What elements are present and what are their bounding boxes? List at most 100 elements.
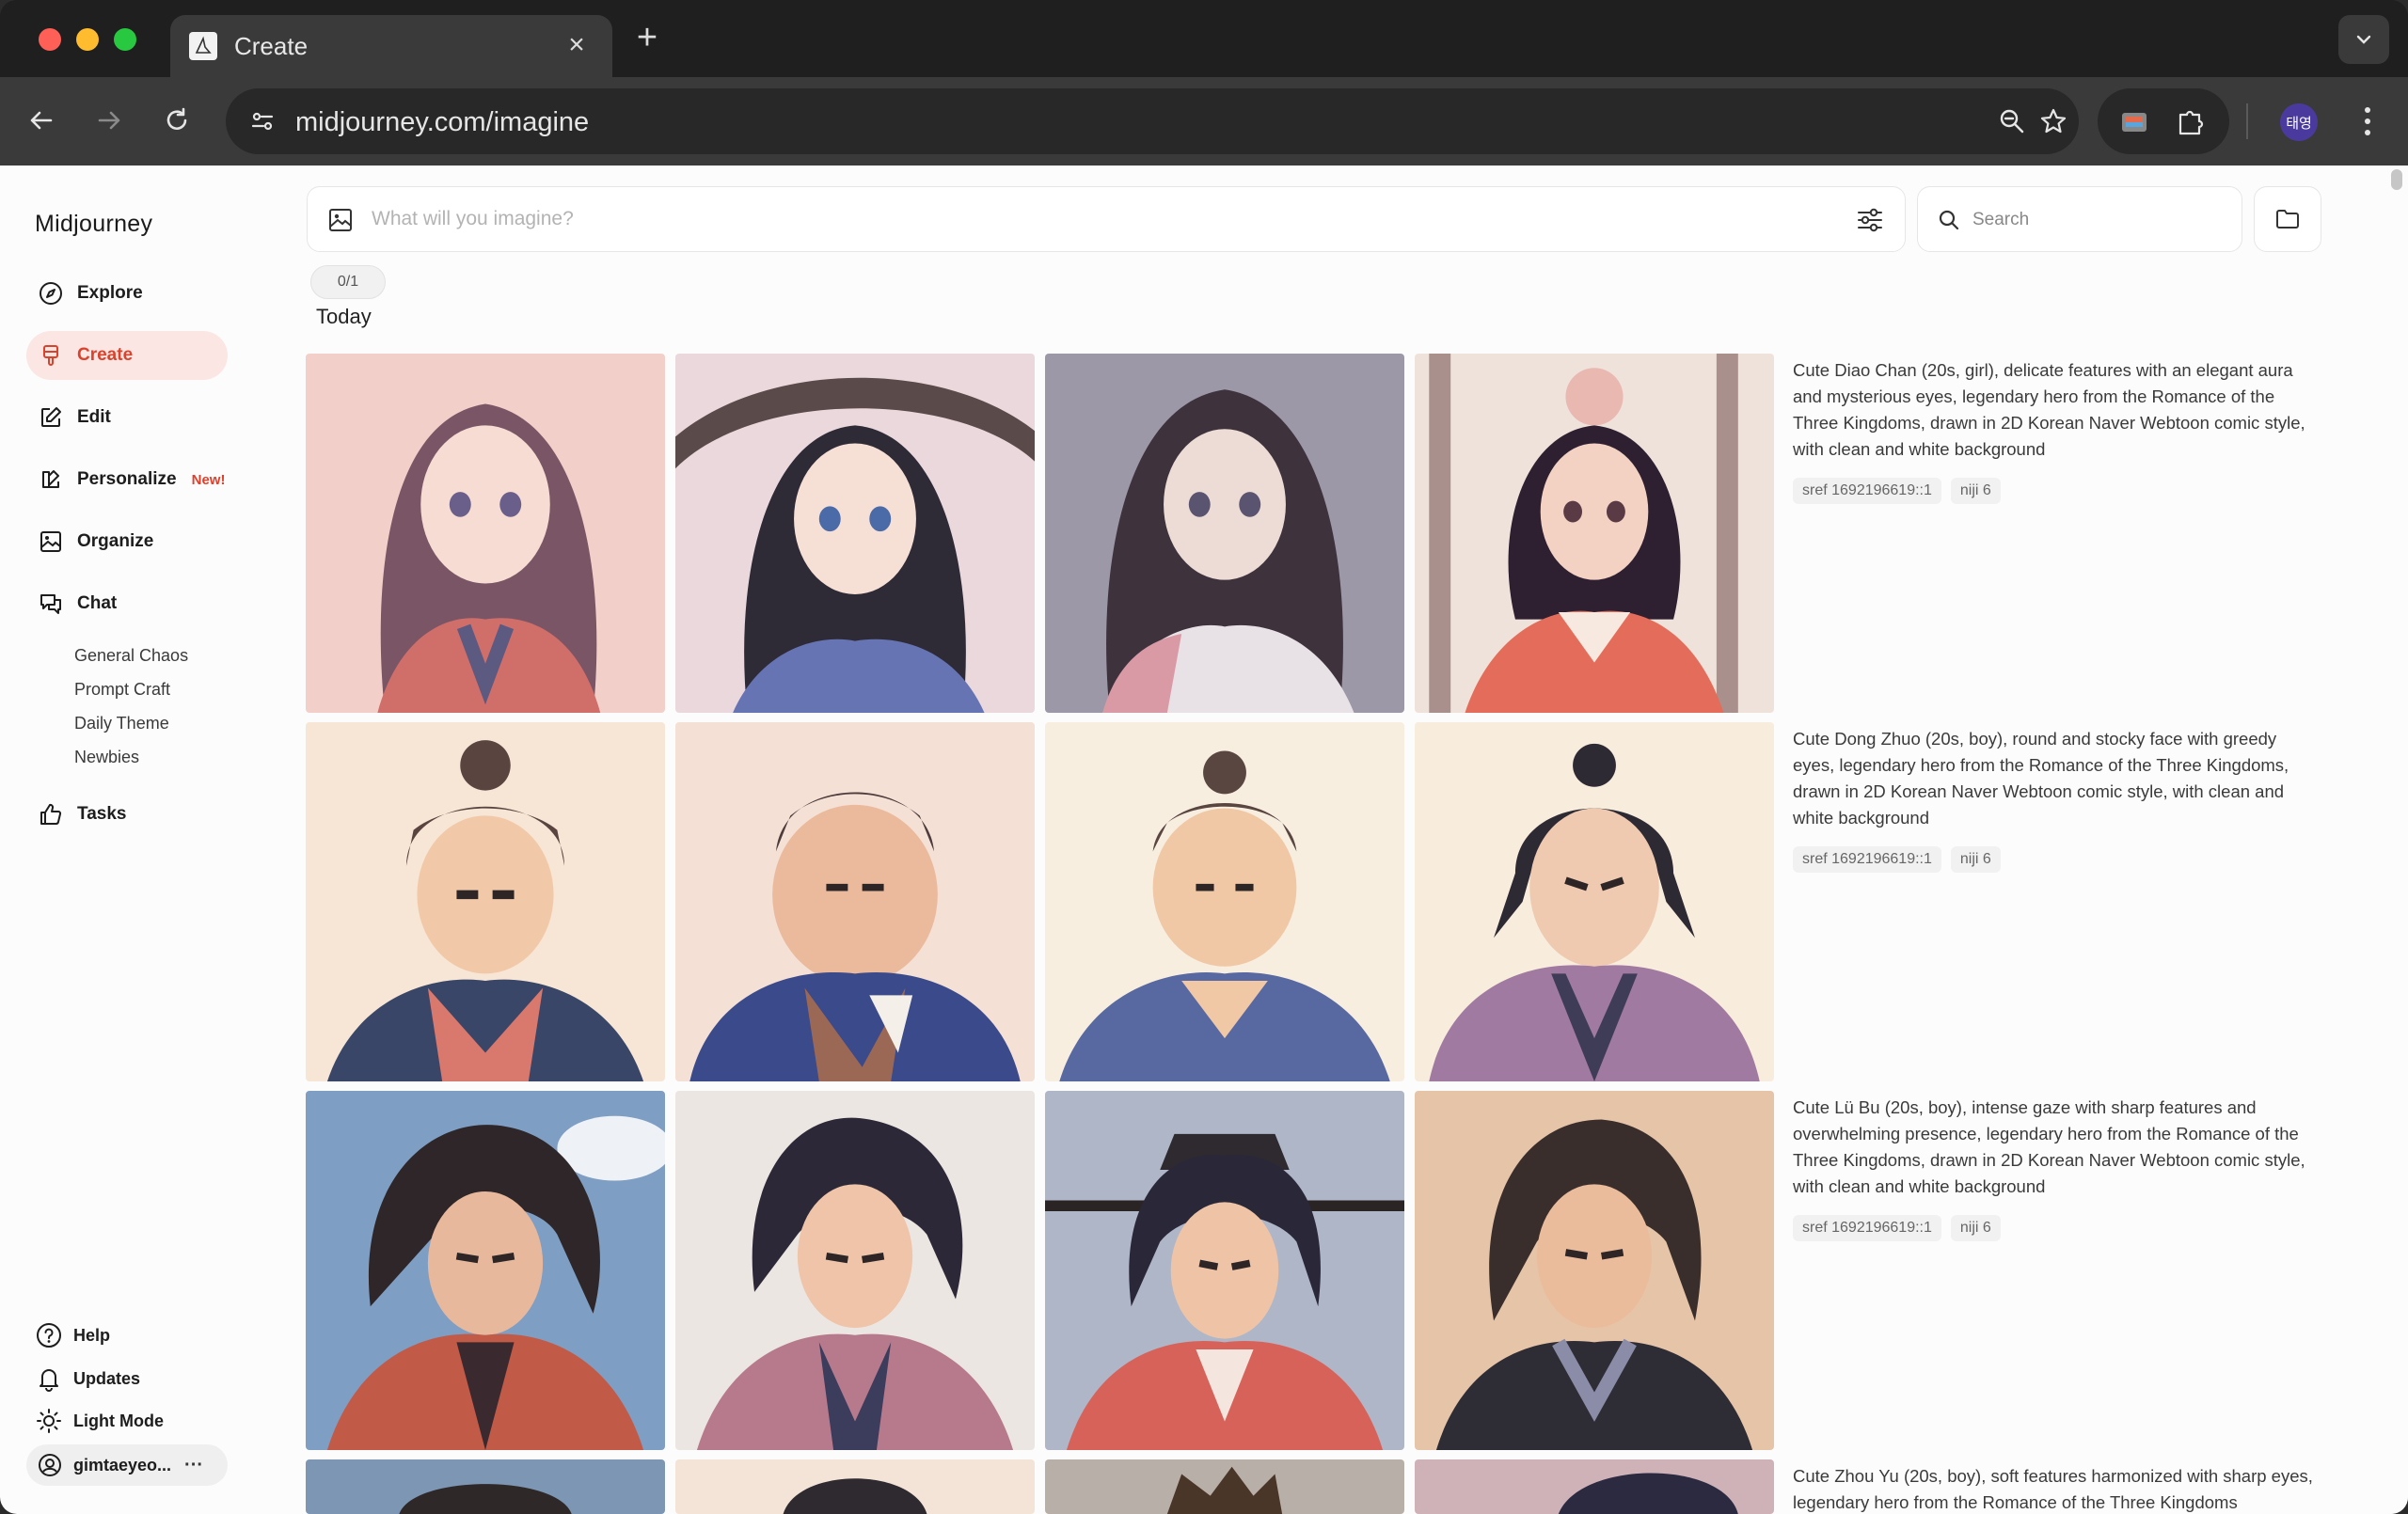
light-mode-label: Light Mode (73, 1411, 164, 1430)
generated-image-thumbnail[interactable] (1045, 1459, 1404, 1514)
tab-search-button[interactable] (2338, 15, 2389, 64)
search-input[interactable] (1972, 202, 2217, 238)
folder-button[interactable] (2254, 186, 2321, 252)
chevron-down-icon (2356, 35, 2371, 44)
job-tags: sref 1692196619::1 niji 6 (1793, 846, 2001, 873)
new-tab-button[interactable]: + (628, 17, 666, 58)
arrow-left-icon (30, 111, 53, 130)
more-options-icon[interactable]: ··· (184, 1455, 203, 1476)
job-prompt-text[interactable]: Cute Diao Chan (20s, girl), delicate fea… (1793, 357, 2320, 463)
sref-tag[interactable]: sref 1692196619::1 (1793, 1215, 1941, 1241)
chat-icon (38, 591, 64, 617)
generated-image-thumbnail[interactable] (675, 1091, 1035, 1450)
midjourney-favicon-icon (189, 32, 217, 60)
generated-image-thumbnail[interactable] (306, 1459, 665, 1514)
generated-image-thumbnail[interactable] (1415, 1459, 1774, 1514)
new-badge: New! (191, 471, 226, 488)
generated-image-thumbnail[interactable] (675, 1459, 1035, 1514)
generated-image-thumbnail[interactable] (1045, 722, 1404, 1081)
settings-sliders-icon[interactable] (1854, 204, 1886, 236)
prompt-bar (307, 186, 1906, 252)
zoom-icon[interactable] (1994, 103, 2030, 139)
sidebar-item-edit[interactable]: Edit (26, 393, 228, 442)
page-scrollbar[interactable] (2385, 166, 2408, 1514)
sref-tag[interactable]: sref 1692196619::1 (1793, 846, 1941, 873)
reload-button[interactable] (154, 98, 199, 143)
light-mode-toggle[interactable]: Light Mode (36, 1408, 164, 1434)
user-name: gimtaeyeo... (73, 1455, 172, 1475)
add-image-icon[interactable] (326, 206, 355, 234)
job-prompt-text[interactable]: Cute Dong Zhuo (20s, boy), round and sto… (1793, 726, 2320, 831)
sidebar-item-organize[interactable]: Organize (26, 517, 228, 566)
thumbs-up-icon (38, 801, 64, 828)
bell-icon (40, 1369, 58, 1392)
prompt-input[interactable] (372, 200, 1782, 238)
job-prompt-text[interactable]: Cute Zhou Yu (20s, boy), soft features h… (1793, 1463, 2320, 1514)
generated-image-thumbnail[interactable] (675, 354, 1035, 713)
sidebar-item-label: Tasks (77, 804, 127, 824)
profile-avatar[interactable]: 태영 (2280, 103, 2318, 141)
scrollbar-thumb[interactable] (2391, 169, 2402, 190)
bookmark-star-icon[interactable] (2036, 103, 2071, 139)
sidebar-item-create[interactable]: Create (26, 331, 228, 380)
sidebar-item-chat[interactable]: Chat (26, 579, 228, 628)
chat-room-daily-theme[interactable]: Daily Theme (74, 714, 169, 733)
sidebar-item-personalize[interactable]: Personalize New! (26, 455, 243, 504)
day-heading: Today (316, 305, 372, 328)
tab-close-icon[interactable]: × (558, 26, 595, 64)
version-tag[interactable]: niji 6 (1950, 478, 2001, 504)
generated-image-thumbnail[interactable] (1045, 1091, 1404, 1450)
close-window-button[interactable] (39, 28, 61, 51)
sidebar-item-label: Explore (77, 283, 143, 303)
chat-room-newbies[interactable]: Newbies (74, 748, 139, 767)
version-tag[interactable]: niji 6 (1950, 1215, 2001, 1241)
sidebar-item-label: Chat (77, 593, 118, 613)
sref-tag[interactable]: sref 1692196619::1 (1793, 478, 1941, 504)
brand-logo[interactable]: Midjourney (35, 211, 152, 238)
extension-icon[interactable] (2118, 105, 2150, 137)
generated-image-thumbnail[interactable] (1415, 1091, 1774, 1450)
generated-image-thumbnail[interactable] (306, 354, 665, 713)
help-label: Help (73, 1325, 111, 1345)
url-text[interactable]: midjourney.com/imagine (295, 107, 589, 138)
generated-image-thumbnail[interactable] (675, 722, 1035, 1081)
forward-button[interactable] (87, 98, 132, 143)
search-bar (1917, 186, 2242, 252)
user-account-chip[interactable]: gimtaeyeo... ··· (26, 1444, 228, 1486)
sidebar-item-tasks[interactable]: Tasks (26, 790, 228, 839)
edit-icon (38, 404, 64, 431)
sun-icon (37, 1409, 61, 1433)
updates-link[interactable]: Updates (36, 1365, 140, 1392)
generated-image-thumbnail[interactable] (306, 722, 665, 1081)
extensions-group (2098, 88, 2229, 154)
maximize-window-button[interactable] (114, 28, 136, 51)
job-prompt-text[interactable]: Cute Lü Bu (20s, boy), intense gaze with… (1793, 1095, 2320, 1200)
sidebar-item-label: Create (77, 345, 134, 365)
generated-image-thumbnail[interactable] (306, 1091, 665, 1450)
updates-label: Updates (73, 1368, 141, 1388)
sidebar-item-explore[interactable]: Explore (26, 269, 228, 318)
arrow-right-icon (98, 111, 120, 130)
job-counter-badge: 0/1 (310, 265, 386, 299)
generated-image-thumbnail[interactable] (1415, 354, 1774, 713)
chat-room-general-chaos[interactable]: General Chaos (74, 646, 188, 666)
generated-image-thumbnail[interactable] (1415, 722, 1774, 1081)
sidebar-item-label: Organize (77, 531, 154, 551)
version-tag[interactable]: niji 6 (1950, 846, 2001, 873)
site-settings-icon[interactable] (245, 103, 280, 139)
user-icon (39, 1454, 61, 1476)
browser-window: Create × + midjourney.com/imagine 태영 Mid… (0, 0, 2408, 1514)
browser-menu-icon[interactable] (2353, 98, 2382, 145)
address-bar[interactable]: midjourney.com/imagine (226, 88, 2079, 154)
chat-room-prompt-craft[interactable]: Prompt Craft (74, 680, 170, 700)
minimize-window-button[interactable] (76, 28, 99, 51)
generated-image-thumbnail[interactable] (1045, 354, 1404, 713)
help-link[interactable]: Help (36, 1322, 110, 1348)
sidebar-item-label: Personalize (77, 469, 177, 489)
back-button[interactable] (19, 98, 64, 143)
puzzle-icon[interactable] (2175, 105, 2207, 137)
folder-icon (2276, 210, 2299, 229)
browser-toolbar: midjourney.com/imagine 태영 (0, 77, 2408, 166)
search-icon (1939, 210, 1959, 230)
tab-create[interactable]: Create × (170, 15, 612, 77)
